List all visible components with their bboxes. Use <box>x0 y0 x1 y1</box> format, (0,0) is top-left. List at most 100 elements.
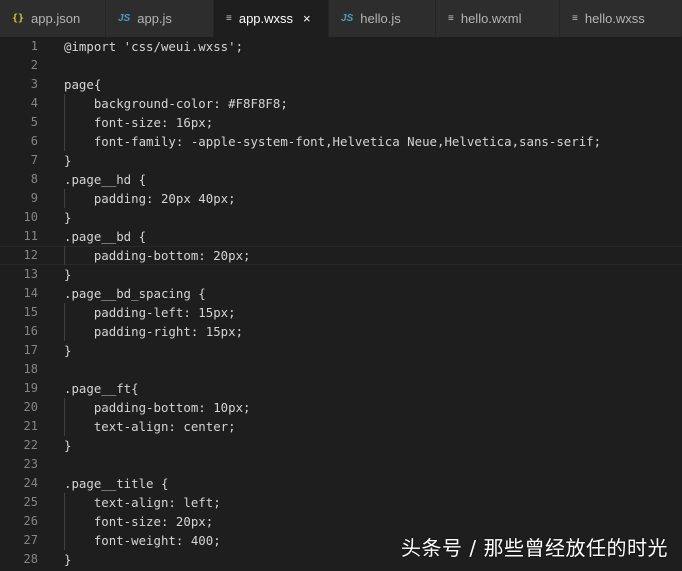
code-text: .page__bd { <box>64 229 147 244</box>
code-text: padding-left: 15px; <box>64 305 236 320</box>
line-number: 25 <box>23 495 38 509</box>
code-text: .page__bd_spacing { <box>64 286 206 301</box>
code-text: .page__title { <box>64 476 169 491</box>
code-line[interactable]: 17} <box>0 341 682 360</box>
tab-label: hello.js <box>360 11 401 26</box>
tab-label: app.wxss <box>238 11 294 26</box>
code-line[interactable]: 9 padding: 20px 40px; <box>0 189 682 208</box>
line-number: 3 <box>30 77 38 91</box>
line-number: 14 <box>23 286 38 300</box>
line-number: 19 <box>23 381 38 395</box>
line-number: 11 <box>23 229 38 243</box>
code-text: padding-bottom: 20px; <box>64 248 251 263</box>
close-icon[interactable]: × <box>303 11 311 26</box>
code-line[interactable]: 12 padding-bottom: 20px; <box>0 246 682 265</box>
code-text: padding: 20px 40px; <box>64 191 236 206</box>
lines-file-icon: ≡ <box>226 13 232 24</box>
code-line[interactable]: 19 .page__ft{ <box>0 379 682 398</box>
code-line[interactable]: 11 .page__bd { <box>0 227 682 246</box>
line-number: 24 <box>23 476 38 490</box>
code-line[interactable]: 14 .page__bd_spacing { <box>0 284 682 303</box>
code-line[interactable]: 21 text-align: center; <box>0 417 682 436</box>
code-line[interactable]: 18 <box>0 360 682 379</box>
code-line[interactable]: 2 <box>0 56 682 75</box>
code-text: text-align: center; <box>64 419 236 434</box>
code-line[interactable]: 1 @import 'css/weui.wxss'; <box>0 37 682 56</box>
line-number: 6 <box>30 134 38 148</box>
line-number: 18 <box>23 362 38 376</box>
code-line[interactable]: 4 background-color: #F8F8F8; <box>0 94 682 113</box>
code-line[interactable]: 15 padding-left: 15px; <box>0 303 682 322</box>
line-number: 21 <box>23 419 38 433</box>
js-file-icon: JS <box>341 13 354 24</box>
code-text: page{ <box>64 77 102 92</box>
code-text: .page__hd { <box>64 172 147 187</box>
line-number: 27 <box>23 533 38 547</box>
line-number: 22 <box>23 438 38 452</box>
code-line[interactable]: 24 .page__title { <box>0 474 682 493</box>
code-line[interactable]: 3 page{ <box>0 75 682 94</box>
watermark: 头条号 / 那些曾经放任的时光 <box>401 536 668 560</box>
code-text: } <box>64 438 72 453</box>
code-line[interactable]: 23 <box>0 455 682 474</box>
code-text: font-size: 16px; <box>64 115 214 130</box>
line-number: 2 <box>30 58 38 72</box>
code-line[interactable]: 20 padding-bottom: 10px; <box>0 398 682 417</box>
line-number: 16 <box>23 324 38 338</box>
code-line[interactable]: 8 .page__hd { <box>0 170 682 189</box>
json-file-icon: {} <box>12 13 25 24</box>
code-line[interactable]: 25 text-align: left; <box>0 493 682 512</box>
line-number: 12 <box>23 248 38 262</box>
tab-app-json[interactable]: {} app.json <box>0 0 106 37</box>
line-number: 8 <box>30 172 38 186</box>
tab-label: app.js <box>137 11 172 26</box>
code-line[interactable]: 7} <box>0 151 682 170</box>
tab-label: hello.wxml <box>460 11 522 26</box>
code-text: text-align: left; <box>64 495 221 510</box>
code-line[interactable]: 6 font-family: -apple-system-font,Helvet… <box>0 132 682 151</box>
lines-file-icon: ≡ <box>448 13 454 24</box>
code-text: @import 'css/weui.wxss'; <box>64 39 244 54</box>
code-line[interactable]: 22} <box>0 436 682 455</box>
code-text: } <box>64 343 72 358</box>
code-line[interactable]: 16 padding-right: 15px; <box>0 322 682 341</box>
line-number: 10 <box>23 210 38 224</box>
line-number: 26 <box>23 514 38 528</box>
code-line[interactable]: 10} <box>0 208 682 227</box>
code-text: } <box>64 153 72 168</box>
code-text: font-weight: 400; <box>64 533 221 548</box>
code-text: font-size: 20px; <box>64 514 214 529</box>
tab-app-wxss[interactable]: ≡ app.wxss × <box>214 0 329 37</box>
code-line[interactable]: 13} <box>0 265 682 284</box>
tab-app-js[interactable]: JS app.js <box>106 0 214 37</box>
line-number: 28 <box>23 552 38 566</box>
code-text: padding-right: 15px; <box>64 324 244 339</box>
tab-label: app.json <box>31 11 81 26</box>
line-number: 13 <box>23 267 38 281</box>
code-text: } <box>64 267 72 282</box>
tab-hello-wxss[interactable]: ≡ hello.wxss <box>560 0 682 37</box>
code-line[interactable]: 5 font-size: 16px; <box>0 113 682 132</box>
line-number: 15 <box>23 305 38 319</box>
line-number: 7 <box>30 153 38 167</box>
code-line[interactable]: 26 font-size: 20px; <box>0 512 682 531</box>
tab-label: hello.wxss <box>584 11 645 26</box>
line-number: 23 <box>23 457 38 471</box>
line-number: 9 <box>30 191 38 205</box>
editor-tab-bar: {} app.json JS app.js ≡ app.wxss × JS hello.js ≡ h… <box>0 0 682 37</box>
tab-hello-wxml[interactable]: ≡ hello.wxml <box>436 0 560 37</box>
line-number: 1 <box>30 39 38 53</box>
line-number: 20 <box>23 400 38 414</box>
code-editor[interactable]: 1 @import 'css/weui.wxss'; 2 3 page{4 backgr… <box>0 37 682 571</box>
js-file-icon: JS <box>118 13 131 24</box>
lines-file-icon: ≡ <box>572 13 578 24</box>
code-text: padding-bottom: 10px; <box>64 400 251 415</box>
code-text: } <box>64 552 72 567</box>
code-text: .page__ft{ <box>64 381 139 396</box>
code-text: background-color: #F8F8F8; <box>64 96 288 111</box>
code-text: font-family: -apple-system-font,Helvetic… <box>64 134 602 149</box>
line-number: 17 <box>23 343 38 357</box>
line-number: 4 <box>30 96 38 110</box>
code-text: } <box>64 210 72 225</box>
tab-hello-js[interactable]: JS hello.js <box>329 0 436 37</box>
